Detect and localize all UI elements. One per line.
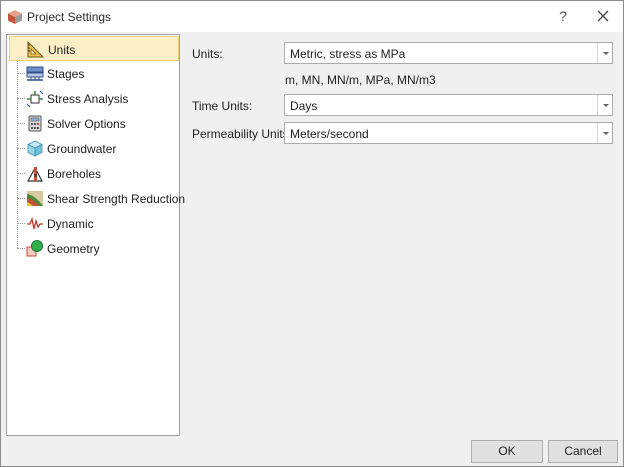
- time-units-dropdown-value: Days: [290, 99, 318, 113]
- groundwater-cube-icon: [26, 140, 44, 157]
- chevron-down-icon[interactable]: [597, 43, 612, 63]
- nav-item-stages[interactable]: Stages: [9, 61, 179, 86]
- nav-item-label: Boreholes: [47, 167, 102, 181]
- nav-item-units[interactable]: Units: [9, 36, 179, 61]
- project-settings-dialog: Project Settings ? Units Stages Stress A…: [0, 0, 624, 467]
- nav-item-solver-options[interactable]: Solver Options: [9, 111, 179, 136]
- title-bar: Project Settings ?: [1, 1, 623, 32]
- dynamic-wave-icon: [26, 215, 44, 232]
- settings-nav-tree: Units Stages Stress Analysis Solver Opti…: [6, 34, 185, 436]
- nav-item-groundwater[interactable]: Groundwater: [9, 136, 179, 161]
- ok-button[interactable]: OK: [471, 440, 543, 463]
- nav-item-boreholes[interactable]: Boreholes: [9, 161, 179, 186]
- nav-item-shear-strength-reduction[interactable]: Shear Strength Reduction: [9, 186, 185, 211]
- units-triangle-ruler-icon: [27, 40, 45, 58]
- nav-item-geometry[interactable]: Geometry: [9, 236, 179, 261]
- nav-item-label: Solver Options: [47, 117, 126, 131]
- units-description: m, MN, MN/m, MPa, MN/m3: [285, 73, 436, 87]
- units-dropdown[interactable]: Metric, stress as MPa: [284, 42, 613, 64]
- chevron-down-icon[interactable]: [597, 95, 612, 115]
- permeability-units-label: Permeability Units:: [192, 127, 293, 141]
- close-icon: [597, 10, 609, 22]
- units-dropdown-value: Metric, stress as MPa: [290, 47, 406, 61]
- project-cube-icon: [7, 9, 23, 25]
- shear-strength-reduction-icon: [26, 190, 44, 207]
- stages-icon: [26, 65, 44, 82]
- nav-item-label: Stress Analysis: [47, 92, 129, 106]
- nav-item-label: Stages: [47, 67, 85, 81]
- cancel-button[interactable]: Cancel: [548, 440, 618, 463]
- permeability-units-dropdown[interactable]: Meters/second: [284, 122, 613, 144]
- nav-item-label: Units: [48, 43, 76, 57]
- borehole-icon: [26, 165, 44, 182]
- chevron-down-icon[interactable]: [597, 123, 612, 143]
- nav-item-stress-analysis[interactable]: Stress Analysis: [9, 86, 179, 111]
- nav-item-label: Shear Strength Reduction: [47, 192, 186, 206]
- stress-analysis-icon: [26, 90, 44, 108]
- nav-item-label: Dynamic: [47, 217, 94, 231]
- close-button[interactable]: [594, 7, 612, 25]
- solver-calculator-icon: [26, 115, 44, 132]
- help-button[interactable]: ?: [554, 6, 572, 26]
- nav-item-dynamic[interactable]: Dynamic: [9, 211, 179, 236]
- permeability-units-dropdown-value: Meters/second: [290, 127, 369, 141]
- nav-item-label: Geometry: [47, 242, 100, 256]
- nav-item-label: Groundwater: [47, 142, 117, 156]
- geometry-shapes-icon: [26, 240, 44, 257]
- time-units-label: Time Units:: [192, 99, 253, 113]
- units-label: Units:: [192, 47, 223, 61]
- window-title: Project Settings: [27, 10, 112, 24]
- time-units-dropdown[interactable]: Days: [284, 94, 613, 116]
